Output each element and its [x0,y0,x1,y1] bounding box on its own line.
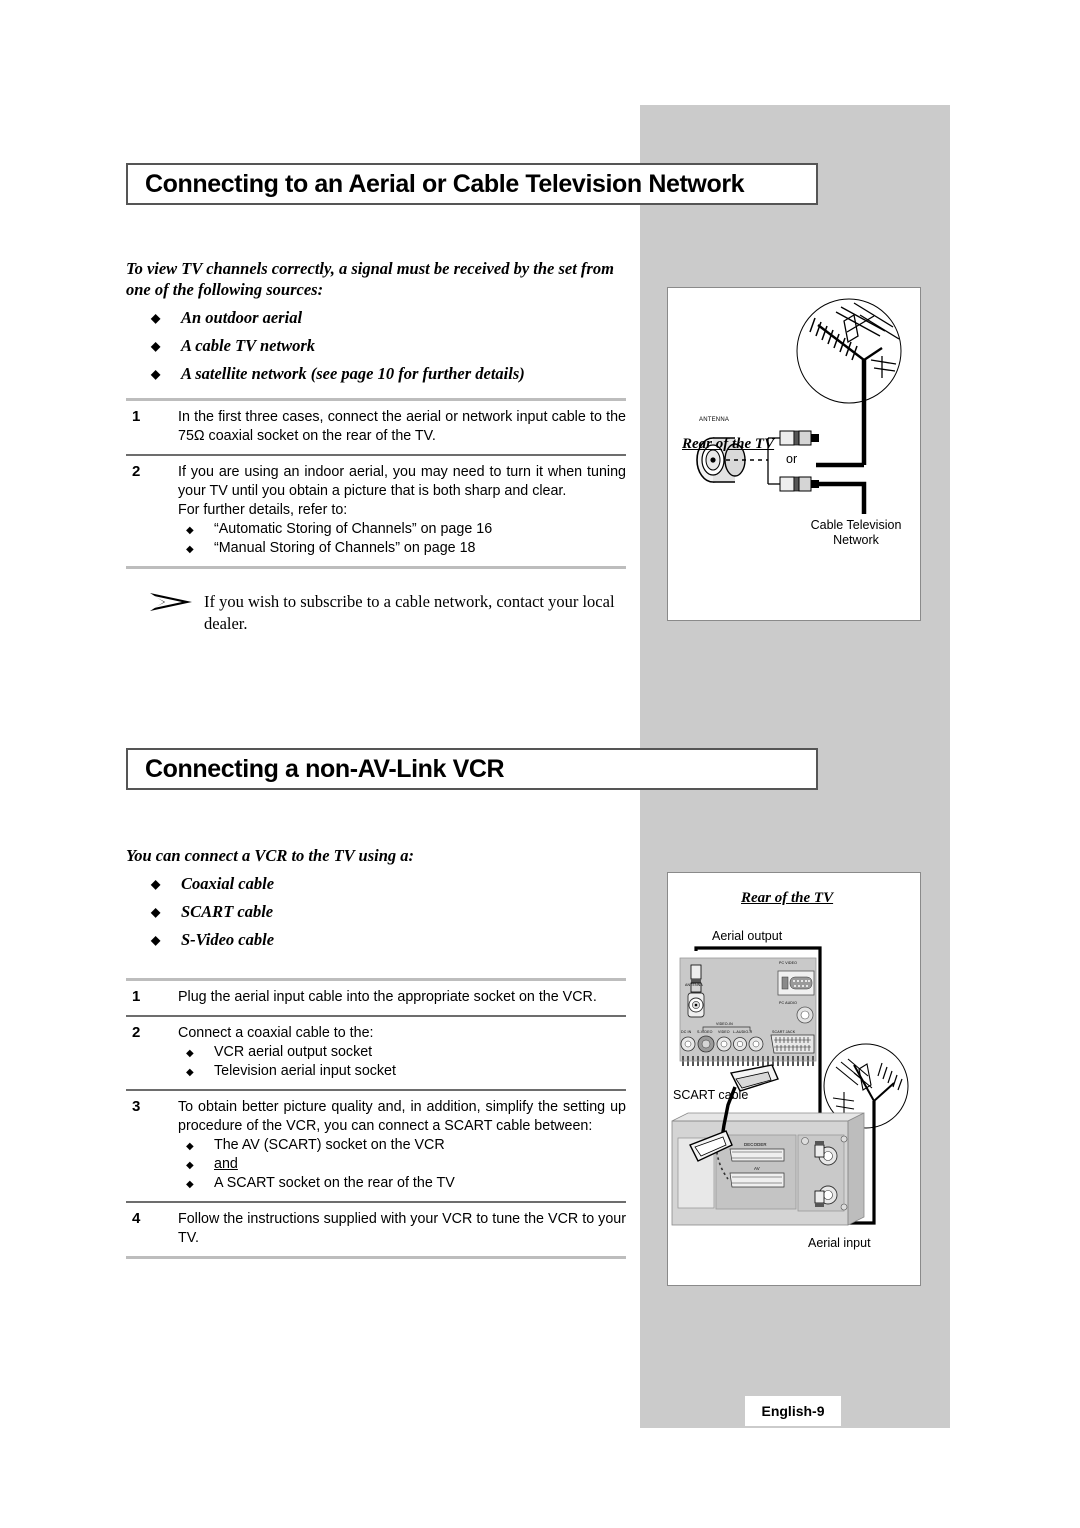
step-body: Follow the instructions supplied with yo… [178,1210,626,1248]
aerial-input-label: Aerial input [808,1236,871,1250]
diagram-aerial-connection: Rear of the TV ANTENNA or Cable Televisi… [667,287,921,621]
list-item: SCART cable [126,901,626,923]
list-item: The AV (SCART) socket on the VCR [178,1136,626,1156]
step-number: 1 [132,408,141,425]
cable-network-label-line1: Cable Television [810,518,902,532]
coax-plug-vcr-in-icon [814,1190,825,1207]
section-2-bullet-list: Coaxial cable SCART cable S-Video cable [126,873,626,951]
section-2-steps: 1 Plug the aerial input cable into the a… [126,978,626,1259]
step-row: 1 Plug the aerial input cable into the a… [126,981,626,1015]
vcr-rear-panel [671,1112,865,1226]
section-1-bullet-list: An outdoor aerial A cable TV network A s… [126,307,626,385]
step-text-secondary: For further details, refer to: [178,502,348,518]
diagram-2-title: Rear of the TV [741,890,834,906]
or-label: or [786,452,798,466]
list-item: A satellite network (see page 10 for fur… [126,363,626,385]
note-text: If you wish to subscribe to a cable netw… [204,592,615,633]
page-number-label: English-9 [761,1403,825,1419]
tv-panel-antenna-label: ANTENNA [685,983,703,987]
tv-panel-s-video-label: S-VIDEO [697,1030,713,1034]
step-body: If you are using an indoor aerial, you m… [178,463,626,559]
section-1-intro-block: To view TV channels correctly, a signal … [126,258,626,385]
step-row: 3 To obtain better picture quality and, … [126,1091,626,1201]
list-item: “Manual Storing of Channels” on page 18 [178,539,626,559]
section-heading-aerial: Connecting to an Aerial or Cable Televis… [126,163,818,205]
step-row: 2 If you are using an indoor aerial, you… [126,456,626,566]
list-item: A cable TV network [126,335,626,357]
step-text: To obtain better picture quality and, in… [178,1099,626,1134]
page-footer: English-9 [745,1396,841,1426]
list-item: “Automatic Storing of Channels” on page … [178,520,626,540]
section-heading-aerial-text: Connecting to an Aerial or Cable Televis… [145,169,745,198]
vcr-panel-av-label: AV [754,1166,760,1171]
section-2-intro-text: You can connect a VCR to the TV using a: [126,846,415,865]
coax-plug-tv-icon [690,964,702,993]
diagram-1-title: Rear of the TV [682,436,775,452]
step-sub-list: “Automatic Storing of Channels” on page … [178,520,626,559]
tv-panel-scart-jack-label: SCART JACK [772,1030,796,1034]
step-number: 3 [132,1098,141,1115]
step-row: 2 Connect a coaxial cable to the: VCR ae… [126,1017,626,1089]
step-row: 4 Follow the instructions supplied with … [126,1203,626,1256]
pennant-arrow-icon [126,591,204,635]
scart-cable-label: SCART cable [673,1088,749,1102]
tv-panel-pc-audio-label: PC AUDIO [779,1001,797,1005]
tv-panel-video-in-label: VIDEO-IN [716,1022,733,1026]
antenna-socket-label: ANTENNA [699,417,730,423]
step-text: In the first three cases, connect the ae… [178,409,626,444]
list-item: Television aerial input socket [178,1062,626,1082]
section-1-steps: 1 In the first three cases, connect the … [126,398,626,635]
vcr-panel-decoder-label: DECODER [744,1142,767,1147]
list-item: VCR aerial output socket [178,1043,626,1063]
section-1-intro-text: To view TV channels correctly, a signal … [126,259,614,299]
step-number: 4 [132,1210,141,1227]
step-text: Plug the aerial input cable into the app… [178,989,597,1005]
coax-plug-lower-icon [779,476,819,492]
section-heading-vcr-text: Connecting a non-AV-Link VCR [145,754,505,783]
step-text: If you are using an indoor aerial, you m… [178,464,626,499]
list-item: S-Video cable [126,929,626,951]
tv-panel-video-label: VIDEO [718,1030,730,1034]
step-number: 2 [132,1024,141,1041]
tv-panel-dc-in-label: DC IN [681,1030,692,1034]
divider [126,566,626,569]
step-sub-list: VCR aerial output socket Television aeri… [178,1043,626,1082]
step-row: 1 In the first three cases, connect the … [126,401,626,454]
list-item: An outdoor aerial [126,307,626,329]
step-number: 2 [132,463,141,480]
aerial-output-label: Aerial output [712,929,783,943]
tv-panel-l-audio-r-label: L-AUDIO-R [733,1030,753,1034]
diagram-vcr-connection: Rear of the TV Aerial output SCART cable… [667,872,921,1286]
step-number: 1 [132,988,141,1005]
step-body: In the first three cases, connect the ae… [178,408,626,446]
note-block: If you wish to subscribe to a cable netw… [126,591,626,635]
cable-network-label-line2: Network [833,533,879,547]
section-2-intro-block: You can connect a VCR to the TV using a:… [126,845,626,951]
step-sub-list: The AV (SCART) socket on the VCR and A S… [178,1136,626,1194]
list-item: Coaxial cable [126,873,626,895]
step-body: Plug the aerial input cable into the app… [178,988,626,1007]
step-text: Follow the instructions supplied with yo… [178,1211,626,1246]
coax-plug-vcr-out-icon [814,1141,825,1158]
conjunction-and: and [178,1155,626,1175]
section-heading-vcr: Connecting a non-AV-Link VCR [126,748,818,790]
step-body: To obtain better picture quality and, in… [178,1098,626,1194]
divider [126,1256,626,1259]
step-body: Connect a coaxial cable to the: VCR aeri… [178,1024,626,1082]
tv-panel-pc-video-label: PC VIDEO [779,961,797,965]
diagram-vcr-connection-graphic [671,946,909,1226]
step-text: Connect a coaxial cable to the: [178,1025,374,1041]
coax-plug-upper-icon [779,430,819,446]
list-item: A SCART socket on the rear of the TV [178,1174,626,1194]
